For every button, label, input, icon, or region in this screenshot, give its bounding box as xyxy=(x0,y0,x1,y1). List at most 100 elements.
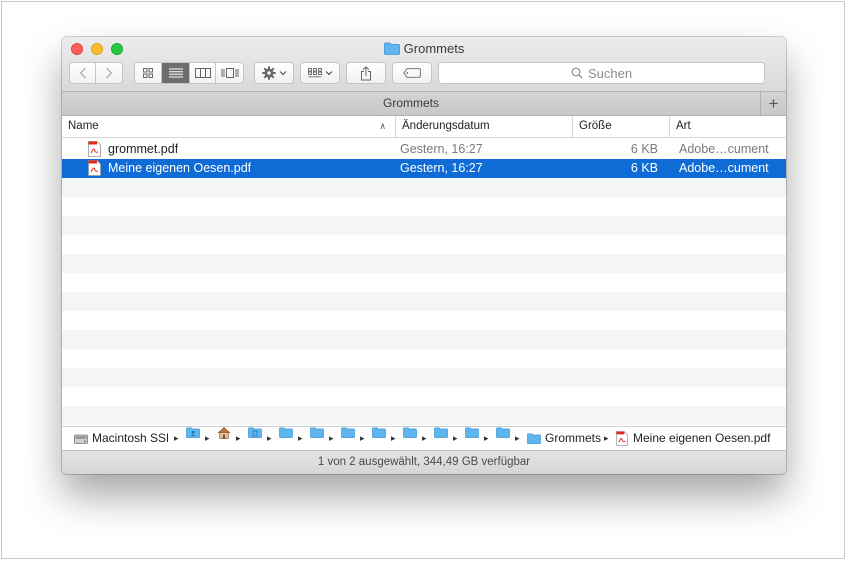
chevron-right-icon xyxy=(106,67,113,79)
path-chevron-icon: ▸ xyxy=(515,433,520,443)
cover-flow-button[interactable] xyxy=(216,63,243,83)
path-item-folder[interactable] xyxy=(434,427,448,438)
file-list: grommet.pdf Gestern, 16:27 6 KB Adobe…cu… xyxy=(62,138,786,426)
forward-button[interactable] xyxy=(96,63,122,83)
path-chevron-icon: ▸ xyxy=(267,433,272,443)
pdf-file-icon xyxy=(616,431,628,446)
share-icon xyxy=(361,65,371,80)
folder-icon xyxy=(383,42,400,55)
folder-icon xyxy=(372,427,386,438)
file-row[interactable]: grommet.pdf Gestern, 16:27 6 KB Adobe…cu… xyxy=(62,140,786,159)
path-item-home[interactable] xyxy=(217,427,231,439)
share-button[interactable] xyxy=(346,62,386,84)
path-item-folder[interactable] xyxy=(496,427,510,438)
window-title: Grommets xyxy=(62,41,786,57)
tab-bar: Grommets + xyxy=(62,92,786,116)
path-chevron-icon: ▸ xyxy=(422,433,427,443)
path-item-folder[interactable] xyxy=(310,427,324,438)
path-chevron-icon: ▸ xyxy=(360,433,365,443)
path-item-folder[interactable] xyxy=(341,427,355,438)
folder-icon xyxy=(403,427,417,438)
finder-window: Grommets Suchen Grommets + Name ∧ Änderu… xyxy=(62,37,786,474)
column-view-button[interactable] xyxy=(189,63,216,83)
back-button[interactable] xyxy=(70,63,96,83)
status-bar: 1 von 2 ausgewählt, 344,49 GB verfügbar xyxy=(62,450,786,474)
path-chevron-icon: ▸ xyxy=(484,433,489,443)
column-header-kind[interactable]: Art xyxy=(669,116,786,137)
empty-row xyxy=(62,368,786,387)
file-kind: Adobe…cument xyxy=(679,161,769,175)
search-placeholder: Suchen xyxy=(587,65,633,81)
path-item-folder[interactable] xyxy=(372,427,386,438)
path-item-folder[interactable] xyxy=(403,427,417,438)
folder-icon xyxy=(310,427,324,438)
pdf-file-icon xyxy=(88,141,101,157)
list-view-icon xyxy=(168,68,183,78)
path-item-file[interactable]: Meine eigenen Oesen.pdf xyxy=(616,427,770,450)
path-item-disk[interactable]: Macintosh SSD xyxy=(74,427,168,450)
path-chevron-icon: ▸ xyxy=(604,433,609,443)
path-file-label: Meine eigenen Oesen.pdf xyxy=(633,431,771,445)
path-chevron-icon: ▸ xyxy=(391,433,396,443)
path-chevron-icon: ▸ xyxy=(174,433,179,443)
arrange-menu-button[interactable] xyxy=(300,62,340,84)
file-name: grommet.pdf xyxy=(108,142,179,156)
file-date: Gestern, 16:27 xyxy=(400,161,483,175)
column-header-date[interactable]: Änderungsdatum xyxy=(395,116,573,137)
empty-row xyxy=(62,254,786,273)
documents-folder-icon xyxy=(248,427,262,438)
file-size: 6 KB xyxy=(630,161,658,175)
tags-button[interactable] xyxy=(392,62,432,84)
column-header-size[interactable]: Größe xyxy=(572,116,669,137)
icon-view-button[interactable] xyxy=(135,63,162,83)
folder-icon xyxy=(341,427,355,438)
path-chevron-icon: ▸ xyxy=(453,433,458,443)
share-content xyxy=(347,63,385,83)
file-row-selected[interactable]: Meine eigenen Oesen.pdf Gestern, 16:27 6… xyxy=(62,159,786,178)
path-bar: Macintosh SSD ▸ ▸ ▸ ▸ ▸ ▸ ▸ ▸ ▸ ▸ ▸ ▸ Gr… xyxy=(62,426,786,450)
arrange-grid-icon xyxy=(307,68,322,78)
column-header-size-label: Größe xyxy=(579,120,612,132)
column-header-name-label: Name xyxy=(68,120,99,132)
path-disk-label: Macintosh SSD xyxy=(92,431,168,445)
view-mode-control xyxy=(134,62,244,84)
arrange-menu-content xyxy=(301,63,339,83)
path-item-folder[interactable] xyxy=(248,427,262,438)
empty-row xyxy=(62,406,786,425)
chevron-down-icon xyxy=(279,71,286,76)
tab-grommets[interactable]: Grommets xyxy=(62,92,760,115)
hard-disk-icon xyxy=(74,434,88,444)
empty-row xyxy=(62,216,786,235)
nav-buttons xyxy=(69,62,123,84)
column-header-kind-label: Art xyxy=(676,120,691,132)
file-kind: Adobe…cument xyxy=(679,142,769,156)
cover-flow-icon xyxy=(221,68,238,78)
path-item-folder[interactable] xyxy=(279,427,293,438)
search-icon xyxy=(571,67,583,79)
column-header-date-label: Änderungsdatum xyxy=(402,120,490,132)
search-field[interactable]: Suchen xyxy=(438,62,765,84)
folder-icon xyxy=(279,427,293,438)
tags-content xyxy=(393,63,431,83)
user-folder-icon xyxy=(186,427,200,438)
column-header-name[interactable]: Name ∧ xyxy=(62,116,392,137)
file-size: 6 KB xyxy=(630,142,658,156)
path-chevron-icon: ▸ xyxy=(236,433,241,443)
empty-row xyxy=(62,330,786,349)
action-menu-content xyxy=(255,63,293,83)
action-menu-button[interactable] xyxy=(254,62,294,84)
tag-icon xyxy=(403,68,421,78)
path-item-folder[interactable] xyxy=(186,427,200,438)
path-chevron-icon: ▸ xyxy=(298,433,303,443)
folder-icon xyxy=(434,427,448,438)
list-view-button[interactable] xyxy=(162,63,189,83)
folder-icon xyxy=(527,433,541,444)
gear-icon xyxy=(261,66,276,80)
path-item-folder[interactable] xyxy=(465,427,479,438)
new-tab-button[interactable]: + xyxy=(760,92,786,115)
path-item-grommets[interactable]: Grommets xyxy=(527,427,601,450)
column-view-icon xyxy=(194,68,211,78)
home-icon xyxy=(217,427,231,439)
file-date: Gestern, 16:27 xyxy=(400,142,483,156)
column-header: Name ∧ Änderungsdatum Größe Art xyxy=(62,116,786,138)
